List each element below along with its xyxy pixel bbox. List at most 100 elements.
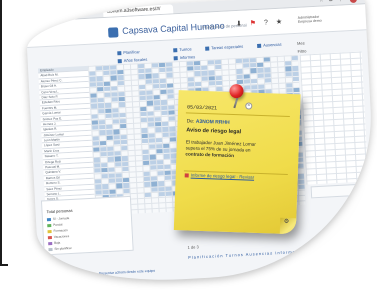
schedule-cell[interactable] xyxy=(148,138,155,144)
schedule-cell[interactable] xyxy=(284,66,292,72)
schedule-cell[interactable] xyxy=(110,75,117,81)
schedule-cell[interactable] xyxy=(111,97,118,102)
schedule-cell[interactable] xyxy=(163,164,170,170)
schedule-cell[interactable] xyxy=(284,61,291,66)
schedule-cell[interactable] xyxy=(150,181,157,187)
schedule-cell[interactable] xyxy=(100,168,108,173)
schedule-cell[interactable] xyxy=(169,148,177,153)
schedule-cell[interactable] xyxy=(143,176,150,182)
schedule-cell[interactable] xyxy=(120,140,127,145)
schedule-cell[interactable] xyxy=(235,69,243,74)
schedule-cell[interactable] xyxy=(158,67,165,73)
schedule-cell[interactable] xyxy=(118,102,125,108)
schedule-cell[interactable] xyxy=(165,191,172,197)
schedule-cell[interactable] xyxy=(141,133,148,139)
schedule-cell[interactable] xyxy=(187,77,194,82)
schedule-cell[interactable] xyxy=(193,71,201,77)
schedule-cell[interactable] xyxy=(137,63,144,69)
schedule-cell[interactable] xyxy=(144,73,152,79)
schedule-cell[interactable] xyxy=(101,173,108,179)
schedule-cell[interactable] xyxy=(162,148,170,154)
schedule-cell[interactable] xyxy=(158,62,165,68)
schedule-cell[interactable] xyxy=(167,94,174,100)
schedule-cell[interactable] xyxy=(103,81,110,87)
legal-risk-report-link[interactable]: Informe de riesgo legal - Revisar xyxy=(184,172,254,180)
schedule-cell[interactable] xyxy=(193,60,200,66)
schedule-cell[interactable] xyxy=(143,171,150,177)
schedule-cell[interactable] xyxy=(100,151,107,157)
schedule-cell[interactable] xyxy=(98,130,106,136)
schedule-cell[interactable] xyxy=(297,184,305,190)
status-bar[interactable]: Presentar a3nom desde este equipo xyxy=(99,269,156,276)
schedule-cell[interactable] xyxy=(105,113,112,119)
favorite-star-icon[interactable]: ★ xyxy=(276,18,286,25)
schedule-cell[interactable] xyxy=(108,178,115,184)
schedule-cell[interactable] xyxy=(167,110,175,116)
schedule-cell[interactable] xyxy=(114,161,121,167)
schedule-cell[interactable] xyxy=(100,162,107,168)
schedule-cell[interactable] xyxy=(264,78,271,84)
schedule-cell[interactable] xyxy=(139,106,146,112)
schedule-cell[interactable] xyxy=(112,129,120,135)
schedule-cell[interactable] xyxy=(154,127,162,133)
schedule-cell[interactable] xyxy=(139,111,147,117)
help-icon[interactable]: ? xyxy=(264,19,271,26)
schedule-cell[interactable] xyxy=(115,178,122,183)
schedule-cell[interactable] xyxy=(119,118,126,124)
schedule-cell[interactable] xyxy=(117,91,125,97)
profile-avatar[interactable] xyxy=(349,0,358,4)
schedule-cell[interactable] xyxy=(153,100,160,106)
schedule-cell[interactable] xyxy=(144,192,151,198)
schedule-cell[interactable] xyxy=(249,68,257,74)
schedule-cell[interactable] xyxy=(249,57,256,63)
schedule-cell[interactable] xyxy=(153,105,160,111)
schedule-cell[interactable] xyxy=(111,108,118,113)
schedule-cell[interactable] xyxy=(99,141,106,146)
schedule-cell[interactable] xyxy=(159,78,166,84)
schedule-cell[interactable] xyxy=(96,87,103,92)
schedule-cell[interactable] xyxy=(121,161,128,167)
schedule-cell[interactable] xyxy=(120,145,127,151)
schedule-cell[interactable] xyxy=(200,65,207,71)
schedule-cell[interactable] xyxy=(150,176,157,182)
schedule-cell[interactable] xyxy=(138,85,145,90)
schedule-cell[interactable] xyxy=(208,75,215,81)
schedule-cell[interactable] xyxy=(105,124,112,130)
schedule-cell[interactable] xyxy=(250,84,257,90)
schedule-cell[interactable] xyxy=(92,136,99,141)
schedule-cell[interactable] xyxy=(139,95,146,101)
schedule-cell[interactable] xyxy=(96,81,103,87)
user-info[interactable]: Administrador Empresa demo xyxy=(298,15,322,24)
schedule-cell[interactable] xyxy=(122,183,129,188)
schedule-cell[interactable] xyxy=(264,73,271,78)
schedule-cell[interactable] xyxy=(214,59,221,65)
schedule-cell[interactable] xyxy=(156,159,163,165)
schedule-cell[interactable] xyxy=(166,88,174,94)
schedule-cell[interactable] xyxy=(92,146,99,152)
schedule-cell[interactable] xyxy=(292,87,300,93)
schedule-cell[interactable] xyxy=(91,114,98,120)
schedule-cell[interactable] xyxy=(161,121,168,127)
schedule-cell[interactable] xyxy=(117,75,124,81)
schedule-cell[interactable] xyxy=(109,64,116,70)
schedule-cell[interactable] xyxy=(168,115,175,121)
schedule-cell[interactable] xyxy=(169,137,176,143)
schedule-cell[interactable] xyxy=(113,151,121,156)
schedule-cell[interactable] xyxy=(108,189,116,195)
schedule-cell[interactable] xyxy=(235,58,242,64)
schedule-cell[interactable] xyxy=(101,184,108,189)
schedule-cell[interactable] xyxy=(155,138,162,143)
schedule-cell[interactable] xyxy=(99,146,106,152)
schedule-cell[interactable] xyxy=(141,149,149,155)
schedule-cell[interactable] xyxy=(122,177,129,183)
schedule-cell[interactable] xyxy=(159,83,166,89)
schedule-cell[interactable] xyxy=(104,108,111,114)
schedule-cell[interactable] xyxy=(98,119,105,125)
schedule-cell[interactable] xyxy=(142,160,149,166)
schedule-cell[interactable] xyxy=(140,128,148,133)
schedule-cell[interactable] xyxy=(141,138,148,144)
schedule-cell[interactable] xyxy=(163,154,170,159)
schedule-cell[interactable] xyxy=(215,80,222,86)
schedule-cell[interactable] xyxy=(243,74,250,79)
schedule-cell[interactable] xyxy=(144,68,151,74)
